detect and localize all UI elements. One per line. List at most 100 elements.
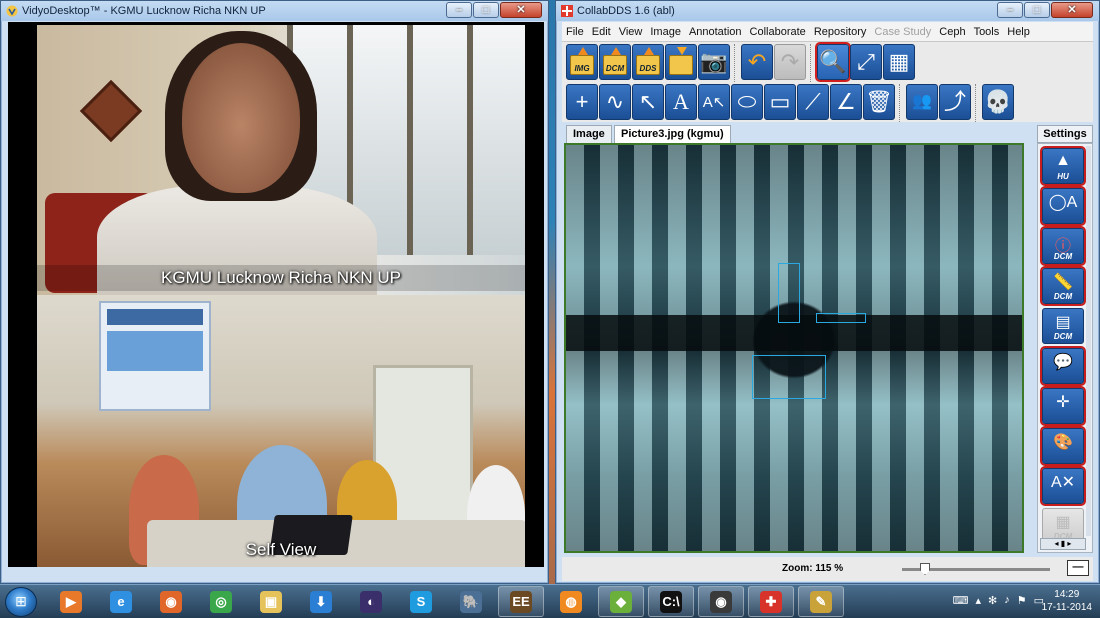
- taskbar-command-prompt-button[interactable]: C:\: [648, 586, 694, 617]
- open-dcm-button[interactable]: DCM: [599, 44, 631, 80]
- menu-edit[interactable]: Edit: [592, 26, 611, 38]
- minimize-button[interactable]: –: [997, 2, 1023, 18]
- menu-file[interactable]: File: [566, 26, 584, 38]
- settings-ruler-button[interactable]: 📏 DCM: [1040, 266, 1086, 306]
- maximize-button[interactable]: □: [473, 2, 499, 18]
- taskbar-java-ee-button[interactable]: EE: [498, 586, 544, 617]
- menu-repository[interactable]: Repository: [814, 26, 867, 38]
- open-img-button[interactable]: IMG: [566, 44, 598, 80]
- text-arrow-button[interactable]: A↖: [698, 84, 730, 120]
- settings-axes-button[interactable]: ✛: [1040, 386, 1086, 426]
- tab-picture3[interactable]: Picture3.jpg (kgmu): [614, 125, 731, 143]
- settings-scrollbar[interactable]: [1086, 146, 1091, 536]
- settings-info-button[interactable]: ⓘ DCM: [1040, 226, 1086, 266]
- network-icon[interactable]: ✻: [988, 594, 997, 607]
- zoom-button[interactable]: 🔍: [815, 42, 851, 82]
- settings-shape-text-button[interactable]: ◯A: [1040, 186, 1086, 226]
- arrow-button[interactable]: ↖: [632, 84, 664, 120]
- freehand-button[interactable]: ∿: [599, 84, 631, 120]
- taskbar-downloader-button[interactable]: ⬇: [298, 586, 344, 617]
- roi-rectangle[interactable]: [816, 313, 866, 323]
- taskbar-camera-button[interactable]: ◉: [698, 586, 744, 617]
- angle-button[interactable]: ∠: [830, 84, 862, 120]
- taskbar-vpn-button[interactable]: ◍: [548, 586, 594, 617]
- settings-dicom-viewer-button[interactable]: ▤ DCM: [1042, 308, 1084, 344]
- menu-tools[interactable]: Tools: [974, 26, 1000, 38]
- taskbar-postgres-button[interactable]: 🐘: [448, 586, 494, 617]
- rectangle-button[interactable]: ▭: [764, 84, 796, 120]
- taskbar-eclipse-button[interactable]: ◐: [348, 586, 394, 617]
- menu-image[interactable]: Image: [650, 26, 681, 38]
- taskbar-chrome-button[interactable]: ◎: [198, 586, 244, 617]
- line-measure-icon: ⟋: [805, 89, 821, 114]
- keyboard-icon[interactable]: ⌨: [953, 594, 969, 607]
- settings-panel: ▲ HU ◯A ⓘ DCM 📏 DCM ▤ DCM 💬 ✛ 🎨 A✕ ▦ DCM ◂ ▮ …: [1037, 143, 1093, 553]
- maximize-button[interactable]: □: [1024, 2, 1050, 18]
- taskbar-collabdds-button[interactable]: ✚: [748, 586, 794, 617]
- dicom-viewer-icon: ▤: [1055, 314, 1071, 331]
- menu-annotation[interactable]: Annotation: [689, 26, 742, 38]
- vidyo-window: VidyoDesktop™ - KGMU Lucknow Richa NKN U…: [0, 0, 549, 584]
- close-button[interactable]: ✕: [500, 2, 542, 18]
- tray-expand-icon[interactable]: ▴: [975, 594, 981, 607]
- zoom-out-button[interactable]: —: [1067, 560, 1089, 576]
- shape-text-icon: ◯A: [1048, 194, 1078, 211]
- settings-hu-button[interactable]: ▲ HU: [1040, 146, 1086, 186]
- settings-text-tools-button[interactable]: A✕: [1040, 466, 1086, 506]
- zoom-slider[interactable]: [902, 563, 1050, 575]
- menu-collaborate[interactable]: Collaborate: [750, 26, 806, 38]
- trash-button[interactable]: 🗑: [863, 84, 895, 120]
- clock[interactable]: 14:29 17-11-2014: [1042, 588, 1092, 614]
- settings-comment-button[interactable]: 💬: [1040, 346, 1086, 386]
- self-video-feed[interactable]: Self View: [37, 295, 525, 567]
- line-measure-button[interactable]: ⟋: [797, 84, 829, 120]
- settings-hscrollbar[interactable]: ◂ ▮ ▸: [1040, 538, 1086, 550]
- share-icon: ⤴: [943, 89, 966, 114]
- open-dds-label: DDS: [639, 64, 657, 73]
- minimize-button[interactable]: –: [446, 2, 472, 18]
- camera-button[interactable]: 📷: [698, 44, 730, 80]
- tab-image[interactable]: Image: [566, 125, 612, 143]
- share-button[interactable]: ⤴: [939, 84, 971, 120]
- volume-icon[interactable]: ♪: [1004, 594, 1010, 607]
- start-button[interactable]: ⊞: [5, 587, 37, 617]
- vidyo-title: VidyoDesktop™ - KGMU Lucknow Richa NKN U…: [22, 5, 266, 17]
- close-icon: ✕: [516, 4, 526, 16]
- taskbar-file-explorer-button[interactable]: ▣: [248, 586, 294, 617]
- settings-color-button[interactable]: 🎨: [1040, 426, 1086, 466]
- vidyo-titlebar[interactable]: VidyoDesktop™ - KGMU Lucknow Richa NKN U…: [1, 1, 548, 21]
- open-dds-button[interactable]: DDS: [632, 44, 664, 80]
- remote-video-feed[interactable]: KGMU Lucknow Richa NKN UP: [37, 25, 525, 295]
- tab-settings[interactable]: Settings: [1037, 125, 1093, 143]
- image-tabs: Image Picture3.jpg (kgmu): [562, 123, 1032, 143]
- taskbar-photos-button[interactable]: ◆: [598, 586, 644, 617]
- taskbar-internet-explorer-button[interactable]: e: [98, 586, 144, 617]
- taskbar-firefox-button[interactable]: ◉: [148, 586, 194, 617]
- crosshair-icon: +: [575, 89, 589, 114]
- crosshair-button[interactable]: +: [566, 84, 598, 120]
- fit-screen-button[interactable]: ⤢: [850, 44, 882, 80]
- roi-rectangle[interactable]: [778, 263, 800, 323]
- roi-rectangle[interactable]: [752, 355, 826, 399]
- zoom-slider-thumb[interactable]: [920, 563, 930, 575]
- save-folder-button[interactable]: [665, 44, 697, 80]
- text-button[interactable]: A: [665, 84, 697, 120]
- flag-icon[interactable]: ⚑: [1017, 594, 1027, 607]
- ellipse-button[interactable]: ⬭: [731, 84, 763, 120]
- collabdds-titlebar[interactable]: CollabDDS 1.6 (abl) – □ ✕: [556, 1, 1099, 21]
- grid-button[interactable]: ▦: [883, 44, 915, 80]
- undo-button[interactable]: ↶: [741, 44, 773, 80]
- skull-button[interactable]: 💀: [982, 84, 1014, 120]
- menu-ceph[interactable]: Ceph: [939, 26, 965, 38]
- taskbar-paint-button[interactable]: ✎: [798, 586, 844, 617]
- menu-view[interactable]: View: [619, 26, 643, 38]
- menu-help[interactable]: Help: [1007, 26, 1030, 38]
- taskbar-skype-button[interactable]: S: [398, 586, 444, 617]
- image-canvas[interactable]: [564, 143, 1024, 553]
- minus-icon: —: [1072, 561, 1084, 573]
- close-button[interactable]: ✕: [1051, 2, 1093, 18]
- zoom-readout: Zoom: 115 %: [782, 563, 844, 574]
- taskbar-media-player-button[interactable]: ▶: [48, 586, 94, 617]
- downloader-icon: ⬇: [310, 590, 332, 613]
- user-lock-button[interactable]: 👥: [906, 84, 938, 120]
